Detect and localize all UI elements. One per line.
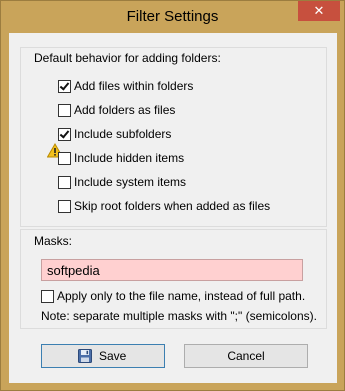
save-label: Save bbox=[99, 349, 127, 363]
checkmark-icon bbox=[59, 128, 70, 139]
option-label: Include hidden items bbox=[74, 151, 185, 165]
close-button[interactable]: ✕ bbox=[298, 1, 340, 21]
masks-note: Note: separate multiple masks with ";" (… bbox=[41, 309, 317, 323]
option-label: Add folders as files bbox=[74, 103, 176, 117]
option-label: Skip root folders when added as files bbox=[74, 199, 271, 213]
filter-settings-window: Filter Settings ✕ Default behavior for a… bbox=[0, 0, 345, 391]
apply-to-filename-label: Apply only to the file name, instead of … bbox=[57, 289, 306, 303]
window-title: Filter Settings bbox=[126, 8, 219, 25]
default-behavior-group: Default behavior for adding folders: Add… bbox=[20, 47, 327, 227]
checkbox[interactable] bbox=[58, 176, 71, 189]
default-behavior-legend: Default behavior for adding folders: bbox=[34, 51, 221, 65]
checkbox[interactable] bbox=[58, 128, 71, 141]
option-label: Add files within folders bbox=[74, 79, 194, 93]
masks-input[interactable] bbox=[41, 259, 303, 281]
cancel-button[interactable]: Cancel bbox=[184, 344, 308, 368]
masks-legend: Masks: bbox=[34, 234, 73, 248]
floppy-disk-icon bbox=[78, 349, 92, 363]
option-label: Include system items bbox=[74, 175, 187, 189]
checkbox[interactable] bbox=[58, 152, 71, 165]
checkbox[interactable] bbox=[58, 80, 71, 93]
close-icon: ✕ bbox=[313, 3, 325, 18]
cancel-label: Cancel bbox=[227, 349, 265, 363]
dialog-body: Default behavior for adding folders: Add… bbox=[9, 33, 337, 383]
option-label: Include subfolders bbox=[74, 127, 172, 141]
checkbox[interactable] bbox=[41, 290, 54, 303]
checkbox[interactable] bbox=[58, 104, 71, 117]
checkbox[interactable] bbox=[58, 200, 71, 213]
save-button[interactable]: Save bbox=[41, 344, 165, 368]
title-bar[interactable]: Filter Settings ✕ bbox=[1, 1, 344, 33]
checkmark-icon bbox=[59, 80, 70, 91]
